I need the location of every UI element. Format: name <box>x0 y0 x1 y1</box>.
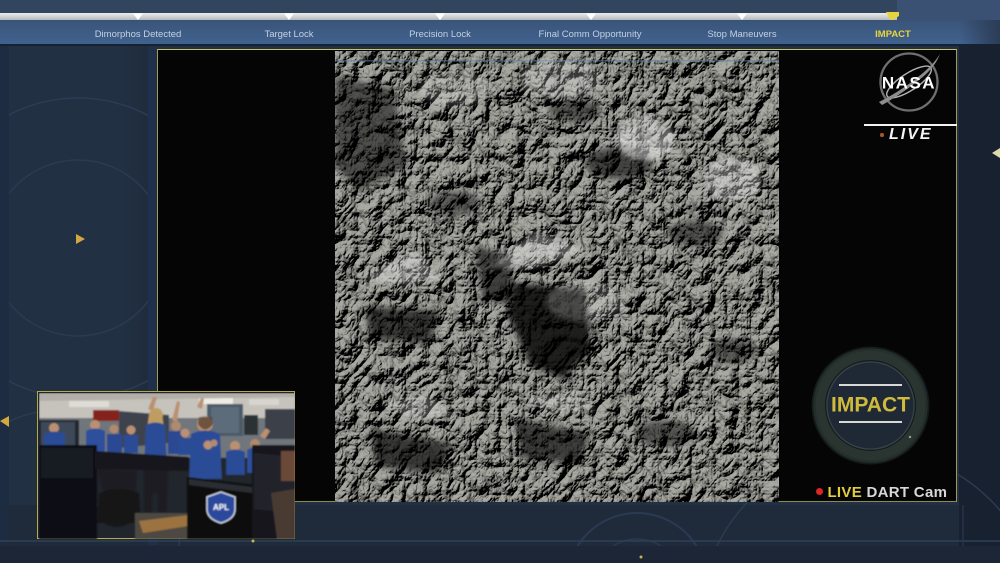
svg-text:NASA: NASA <box>882 74 936 93</box>
svg-text:IMPACT: IMPACT <box>831 394 910 417</box>
svg-text:APL: APL <box>213 503 229 512</box>
